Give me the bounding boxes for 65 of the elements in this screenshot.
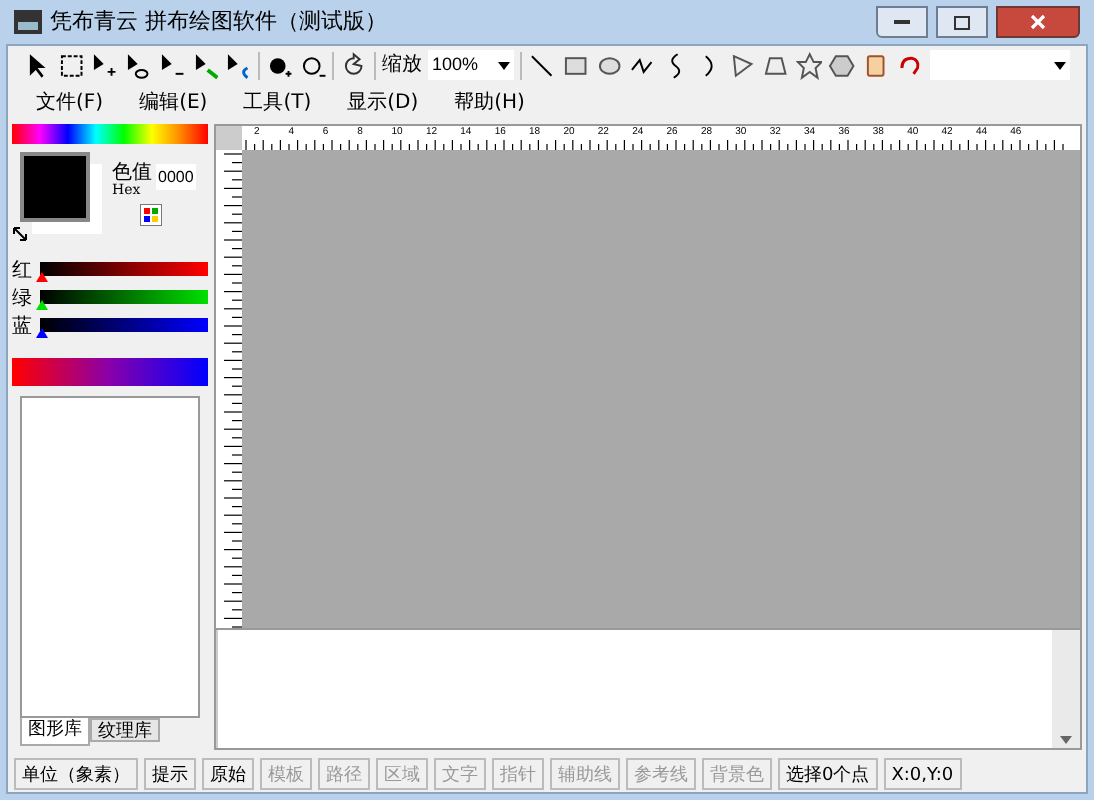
- menu-item[interactable]: 工具(T): [243, 88, 312, 118]
- status-panel: 文字: [434, 757, 486, 789]
- page-icon[interactable]: [862, 51, 890, 79]
- library-tab[interactable]: 纹理库: [90, 718, 160, 742]
- line-icon[interactable]: [528, 51, 556, 79]
- slider-thumb[interactable]: [36, 272, 48, 282]
- hook-icon[interactable]: [895, 51, 924, 79]
- status-panel: 提示: [144, 757, 196, 789]
- ruler-corner: [216, 126, 242, 150]
- menu-item[interactable]: 显示(D): [347, 88, 419, 118]
- flag-shape-icon[interactable]: [728, 51, 757, 79]
- trapezoid-icon[interactable]: [762, 51, 790, 79]
- menu-item[interactable]: 帮助(H): [454, 88, 525, 118]
- window-title: 凭布青云 拼布绘图软件（测试版）: [50, 5, 389, 38]
- hue-bar[interactable]: [12, 124, 208, 144]
- status-panel: 原始: [202, 757, 254, 789]
- pointer-curve-icon[interactable]: [224, 51, 252, 79]
- menu-item[interactable]: 文件(F): [36, 88, 104, 118]
- status-panel: 指针: [492, 757, 544, 789]
- channel-slider[interactable]: [40, 262, 208, 282]
- minimize-button[interactable]: [876, 6, 928, 38]
- pointer-plus-icon[interactable]: [90, 51, 119, 79]
- ellipse-icon[interactable]: [595, 51, 623, 79]
- hex-input-field[interactable]: 0000: [156, 164, 196, 190]
- rectangle-icon[interactable]: [561, 51, 590, 79]
- pointer-node-icon[interactable]: [124, 51, 152, 79]
- close-icon: [1030, 14, 1046, 30]
- channel-label: 蓝: [12, 318, 34, 338]
- status-panel: 区域: [376, 757, 428, 789]
- slider-thumb[interactable]: [36, 300, 48, 310]
- select-rect-icon[interactable]: [57, 51, 85, 79]
- circle-minus-icon[interactable]: [299, 51, 327, 79]
- caret-icon: [498, 61, 511, 69]
- status-panel: 选择0个点: [778, 757, 878, 789]
- status-panel: 参考线: [626, 757, 696, 789]
- hexagon-icon[interactable]: [828, 51, 857, 79]
- star-icon[interactable]: [795, 51, 823, 79]
- pointer-minus-icon[interactable]: [157, 51, 186, 79]
- status-panel: 模板: [260, 757, 312, 789]
- status-panel: X:0,Y:0: [883, 757, 962, 789]
- channel-slider[interactable]: [40, 290, 208, 310]
- channel-label: 红: [12, 262, 34, 282]
- scrollbar[interactable]: [1052, 630, 1080, 748]
- caret-icon: [1054, 61, 1067, 69]
- menu-item[interactable]: 编辑(E): [139, 88, 208, 118]
- close-button[interactable]: [996, 6, 1080, 38]
- channel-label: 绿: [12, 290, 34, 310]
- zoom-label: 缩放: [381, 51, 422, 80]
- zoom-dropdown[interactable]: 100%: [427, 50, 515, 80]
- status-panel: 路径: [318, 757, 370, 789]
- scroll-down-icon[interactable]: [1060, 736, 1072, 744]
- palette-icon[interactable]: [140, 204, 162, 226]
- status-panel: 辅助线: [550, 757, 620, 789]
- channel-slider[interactable]: [40, 318, 208, 338]
- shape-list[interactable]: [20, 396, 200, 718]
- swap-arrow-icon[interactable]: [12, 226, 28, 242]
- app-icon: [14, 10, 42, 34]
- slider-thumb[interactable]: [36, 328, 48, 338]
- library-tab[interactable]: 图形库: [20, 718, 90, 746]
- maximize-button[interactable]: [936, 6, 988, 38]
- color-value-label: 色值: [112, 164, 152, 184]
- rotate-icon[interactable]: [340, 51, 368, 79]
- status-panel: 单位（象素）: [14, 757, 138, 789]
- status-panel: 背景色: [702, 757, 772, 789]
- pointer-swap-icon[interactable]: [191, 51, 219, 79]
